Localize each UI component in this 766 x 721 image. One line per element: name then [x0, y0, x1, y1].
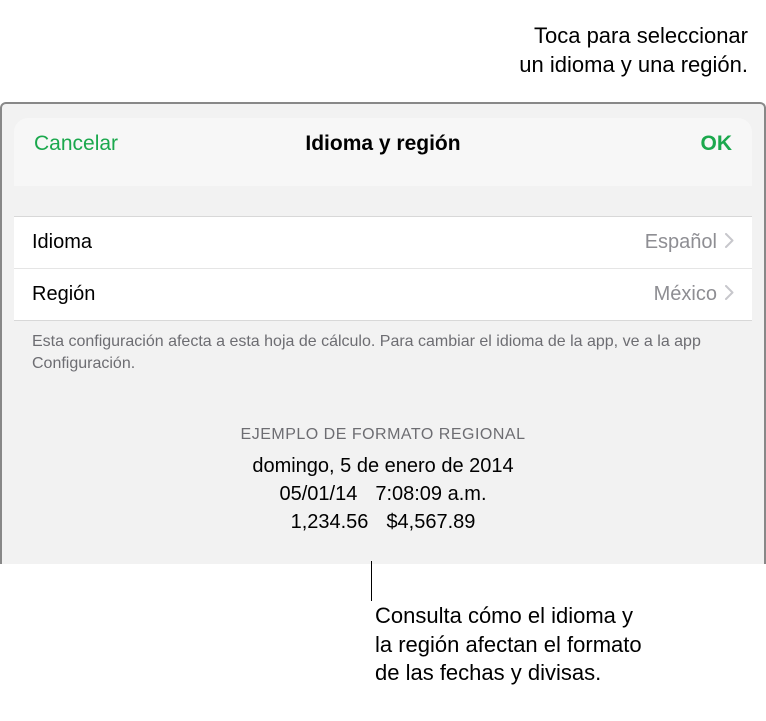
annotation-bottom-line3: de las fechas y divisas.	[375, 659, 642, 688]
settings-list: Idioma Español Región México	[14, 216, 752, 321]
annotation-leader-line	[371, 561, 372, 601]
annotation-top: Toca para seleccionar un idioma y una re…	[519, 22, 748, 79]
example-date-short: 05/01/14	[279, 480, 357, 508]
language-value: Español	[645, 231, 717, 254]
example-date-long: domingo, 5 de enero de 2014	[14, 452, 752, 480]
device-frame: Cancelar Idioma y región OK Idioma Españ…	[0, 102, 766, 564]
example-date-time-row: 05/01/14 7:08:09 a.m.	[14, 480, 752, 508]
annotation-top-line2: un idioma y una región.	[519, 51, 748, 80]
example-number-currency-row: 1,234.56 $4,567.89	[14, 508, 752, 536]
annotation-bottom-line1: Consulta cómo el idioma y	[375, 602, 642, 631]
chevron-right-icon	[725, 284, 734, 305]
language-region-modal: Cancelar Idioma y región OK Idioma Españ…	[14, 118, 752, 564]
example-number: 1,234.56	[291, 508, 369, 536]
annotation-top-line1: Toca para seleccionar	[519, 22, 748, 51]
region-row[interactable]: Región México	[14, 269, 752, 320]
modal-title: Idioma y región	[305, 132, 460, 156]
region-label: Región	[32, 283, 95, 306]
annotation-bottom-line2: la región afectan el formato	[375, 631, 642, 660]
cancel-button[interactable]: Cancelar	[34, 132, 118, 156]
region-value: México	[654, 283, 717, 306]
ok-button[interactable]: OK	[701, 132, 733, 156]
settings-footer-note: Esta configuración afecta a esta hoja de…	[14, 321, 752, 384]
example-header: EJEMPLO DE FORMATO REGIONAL	[14, 426, 752, 444]
language-label: Idioma	[32, 231, 92, 254]
regional-format-example: EJEMPLO DE FORMATO REGIONAL domingo, 5 d…	[14, 426, 752, 536]
annotation-bottom: Consulta cómo el idioma y la región afec…	[375, 602, 642, 688]
language-row[interactable]: Idioma Español	[14, 217, 752, 269]
example-time: 7:08:09 a.m.	[375, 480, 486, 508]
chevron-right-icon	[725, 232, 734, 253]
modal-header: Cancelar Idioma y región OK	[14, 118, 752, 186]
example-currency: $4,567.89	[386, 508, 475, 536]
